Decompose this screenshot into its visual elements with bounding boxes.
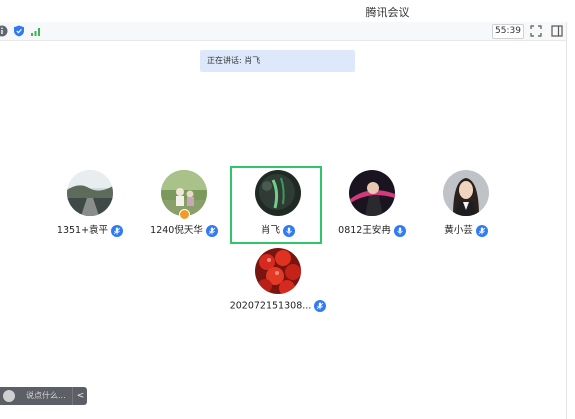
info-icon[interactable] (0, 25, 8, 37)
participant-name: 0812王安冉 (338, 225, 391, 236)
participant-tile[interactable]: 黄小芸 (416, 170, 516, 250)
host-badge-icon (179, 209, 190, 220)
sidebar-toggle-icon[interactable] (551, 25, 563, 37)
participant-name: 1351+袁平 (56, 225, 109, 236)
microphone-icon[interactable] (475, 224, 488, 237)
collapse-chat-button[interactable]: < (72, 387, 88, 405)
avatar (67, 170, 113, 216)
participant-tile[interactable]: 1351+袁平 (40, 170, 140, 250)
participant-tile[interactable]: 202072151308... (228, 248, 328, 328)
participant-tile[interactable]: 0812王安冉 (322, 170, 422, 250)
title-bar: 腾讯会议 (0, 0, 575, 23)
participant-name: 肖飞 (260, 225, 280, 236)
microphone-icon[interactable] (205, 224, 218, 237)
participant-tile-active[interactable]: 肖飞 (228, 170, 328, 250)
right-panel-edge (566, 22, 575, 419)
participant-name-row: 1351+袁平 (40, 222, 140, 237)
emoji-icon[interactable] (3, 390, 15, 402)
fullscreen-icon[interactable] (530, 25, 542, 37)
microphone-icon[interactable] (283, 224, 295, 237)
signal-strength-icon[interactable] (30, 25, 42, 37)
avatar (255, 248, 301, 294)
participant-name-row: 肖飞 (228, 222, 328, 237)
avatar (255, 170, 301, 216)
participant-name: 黄小芸 (444, 225, 473, 236)
microphone-icon[interactable] (393, 224, 406, 237)
microphone-icon[interactable] (111, 224, 124, 237)
avatar (349, 170, 395, 216)
window-title: 腾讯会议 (365, 6, 410, 19)
chat-input[interactable]: 说点什么... (26, 387, 66, 405)
meeting-timer: 55:39 (492, 24, 524, 39)
participant-name-row: 0812王安冉 (322, 222, 422, 237)
avatar (443, 170, 489, 216)
participant-name: 1240倪天华 (150, 225, 203, 236)
participant-name-row: 黄小芸 (416, 222, 516, 237)
participant-name-row: 1240倪天华 (134, 222, 234, 237)
participant-name-row: 202072151308... (228, 300, 328, 312)
participant-name: 202072151308... (229, 300, 312, 312)
security-shield-icon[interactable] (13, 25, 25, 37)
microphone-icon[interactable] (314, 300, 327, 312)
chat-input-bar[interactable]: 说点什么... < (0, 387, 87, 405)
meeting-toolbar: 55:39 (0, 22, 575, 41)
speaking-indicator: 正在讲话: 肖飞 (200, 50, 355, 72)
